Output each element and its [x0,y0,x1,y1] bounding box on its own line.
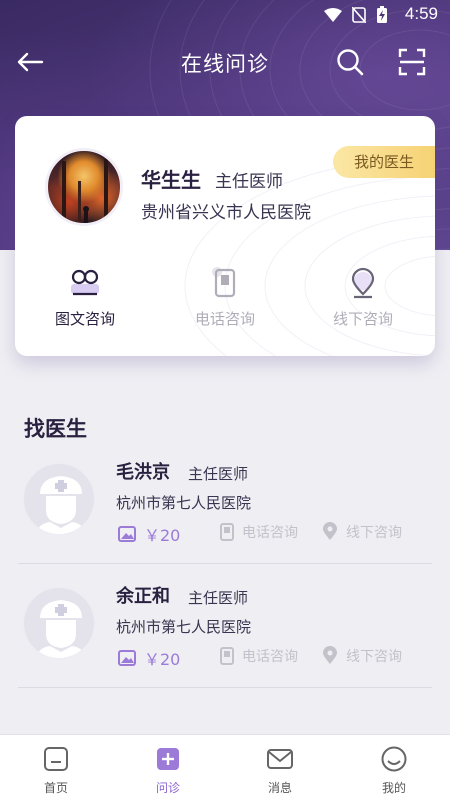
top-nav-bar: 在线问诊 [0,40,450,84]
doctor-name: 毛洪京 [116,462,170,483]
doctor-hospital: 杭州市第七人民医院 [116,494,252,512]
scan-icon[interactable] [396,46,428,78]
status-time: 4:59 [404,4,438,23]
consult-options: 图文咨询 电话咨询 线下咨询 [15,266,435,336]
my-doctor-card[interactable]: 华生生 主任医师 贵州省兴义市人民医院 我的医生 图文咨询 电话咨询 线下咨询 [15,116,435,356]
doctor-avatar[interactable] [45,148,123,226]
offline-consult-option[interactable]: 线下咨询 [322,522,402,542]
profile-smile-icon [381,746,407,772]
no-sim-icon [352,7,366,23]
list-item[interactable]: 毛洪京 主任医师 杭州市第七人民医院 ￥20 电话咨询 线下咨询 [18,440,432,564]
phone-consult-option[interactable]: 电话咨询 [220,522,298,542]
battery-charging-icon [377,6,387,23]
bottom-tab-bar: 首页 问诊 消息 我的 [0,734,450,800]
list-item[interactable]: 余正和 主任医师 杭州市第七人民医院 ￥20 电话咨询 线下咨询 [18,564,432,688]
phone-icon [220,523,234,541]
mail-icon [267,749,293,769]
image-icon [118,650,136,666]
tab-label: 问诊 [155,781,180,795]
tab-label: 我的 [381,781,406,795]
nurse-avatar-icon [22,586,96,660]
phone-icon [220,647,234,665]
search-icon[interactable] [334,46,366,78]
phone-icon [212,267,236,298]
tab-consult[interactable]: 问诊 [112,735,224,800]
find-doctor-title: 找医生 [24,417,87,441]
doctor-name: 余正和 [116,586,170,607]
price-label: ￥20 [144,526,181,545]
avatar-painting [62,159,108,223]
offline-consult-label: 线下咨询 [346,525,402,541]
chat-icon [71,269,99,296]
status-icons [324,6,388,24]
doctor-title: 主任医师 [188,465,249,483]
tab-messages[interactable]: 消息 [224,735,336,800]
tab-label: 消息 [267,781,292,795]
offline-consult-label: 线下咨询 [346,649,402,665]
text-consult-price[interactable]: ￥20 [118,522,180,546]
doctor-hospital: 贵州省兴义市人民医院 [141,203,311,223]
tab-label: 首页 [43,781,68,795]
consult-label: 图文咨询 [54,310,115,328]
my-doctor-badge[interactable]: 我的医生 [333,146,435,178]
price-label: ￥20 [144,650,181,669]
doctor-name: 华生生 [141,168,201,192]
nurse-avatar-icon [22,462,96,536]
wifi-icon [324,8,342,22]
offline-consult-option[interactable]: 线下咨询 [322,646,402,666]
location-pin-icon [323,646,337,664]
location-pin-icon [351,267,375,299]
page-title: 在线问诊 [181,52,269,76]
tab-profile[interactable]: 我的 [338,735,450,800]
consult-text-chat[interactable]: 图文咨询 [15,266,155,336]
consult-plus-icon [157,748,179,770]
image-icon [118,526,136,542]
phone-consult-label: 电话咨询 [242,525,298,541]
consult-phone[interactable]: 电话咨询 [155,266,295,336]
location-pin-icon [323,522,337,540]
consult-label: 线下咨询 [332,310,393,328]
doctor-hospital: 杭州市第七人民医院 [116,618,252,636]
text-consult-price[interactable]: ￥20 [118,646,180,670]
consult-label: 电话咨询 [194,310,255,328]
home-icon [44,747,68,771]
phone-consult-label: 电话咨询 [242,649,298,665]
phone-consult-option[interactable]: 电话咨询 [220,646,298,666]
doctor-title: 主任医师 [188,589,249,607]
status-bar: 4:59 [0,0,450,30]
doctor-title: 主任医师 [215,172,283,192]
tab-home[interactable]: 首页 [0,735,112,800]
consult-offline[interactable]: 线下咨询 [293,266,433,336]
